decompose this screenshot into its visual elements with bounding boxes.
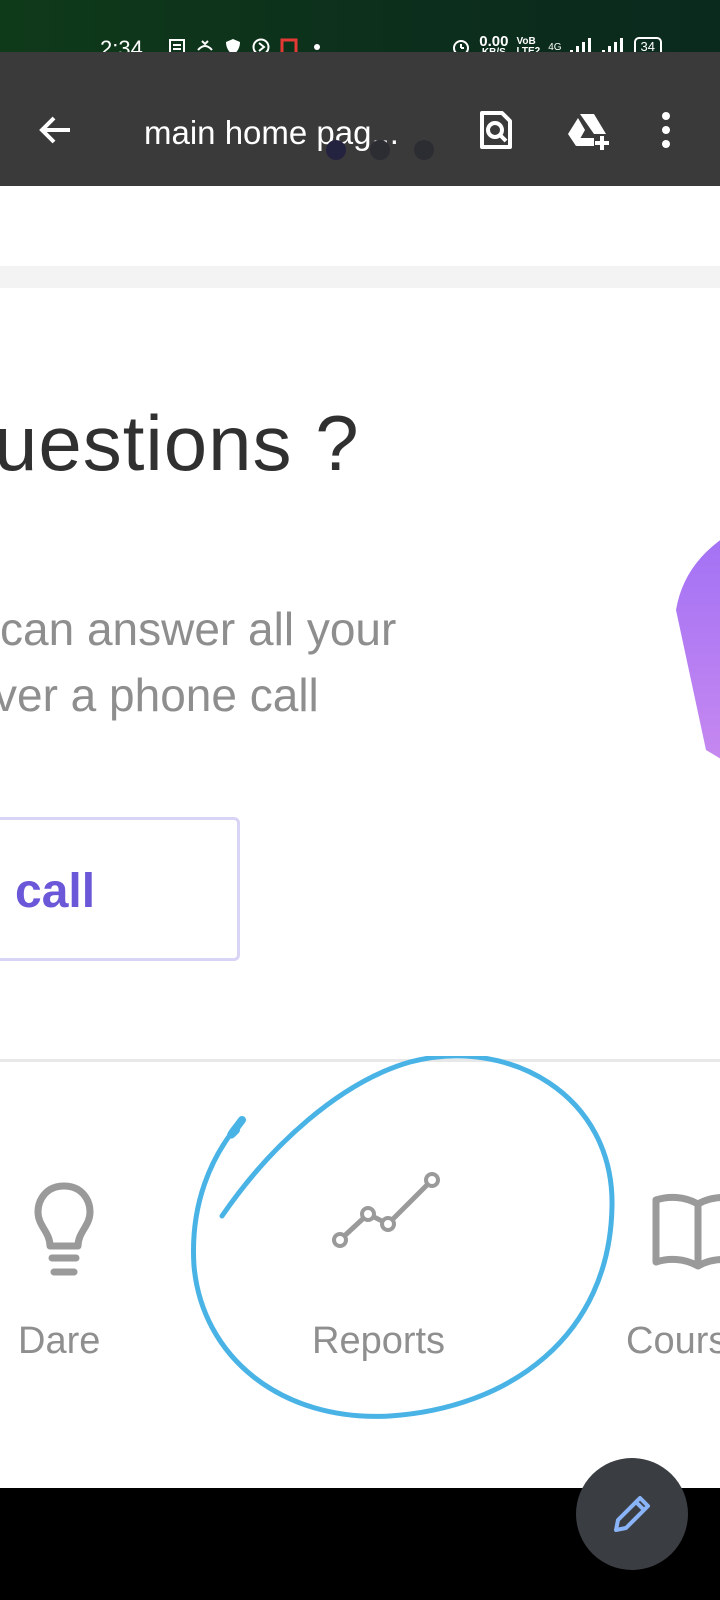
description-line-1: can answer all your — [0, 603, 397, 655]
lightbulb-icon — [34, 1182, 94, 1276]
status-bar: 2:34 0.00 KB/S VoB LTE2 4G 34 — [0, 0, 720, 61]
add-to-drive-icon[interactable] — [566, 110, 614, 150]
pencil-icon — [614, 1496, 650, 1532]
call-button[interactable]: call — [0, 817, 240, 961]
edit-fab[interactable] — [576, 1458, 688, 1570]
back-arrow-icon[interactable] — [36, 110, 76, 150]
more-options-icon[interactable] — [656, 110, 676, 150]
description-line-2: ver a phone call — [0, 669, 319, 721]
page-top-area — [0, 186, 720, 266]
call-button-label: call — [15, 865, 96, 918]
section-heading: uestions ? — [0, 399, 360, 487]
decorative-purple-shape — [676, 540, 720, 759]
loading-dot — [414, 140, 434, 160]
nav-label-courses: Cours — [626, 1320, 720, 1362]
section-description: can answer all your ver a phone call — [0, 596, 396, 728]
nav-label-dare: Dare — [18, 1320, 101, 1362]
loading-dots — [326, 140, 434, 160]
section-divider — [0, 266, 720, 288]
loading-dot — [326, 140, 346, 160]
book-icon — [652, 1193, 720, 1270]
loading-dot — [370, 140, 390, 160]
annotation-circle — [190, 1056, 615, 1419]
app-bar: main home pag... — [0, 52, 720, 186]
find-in-page-icon[interactable] — [476, 110, 516, 150]
network-type: 4G — [548, 41, 562, 53]
